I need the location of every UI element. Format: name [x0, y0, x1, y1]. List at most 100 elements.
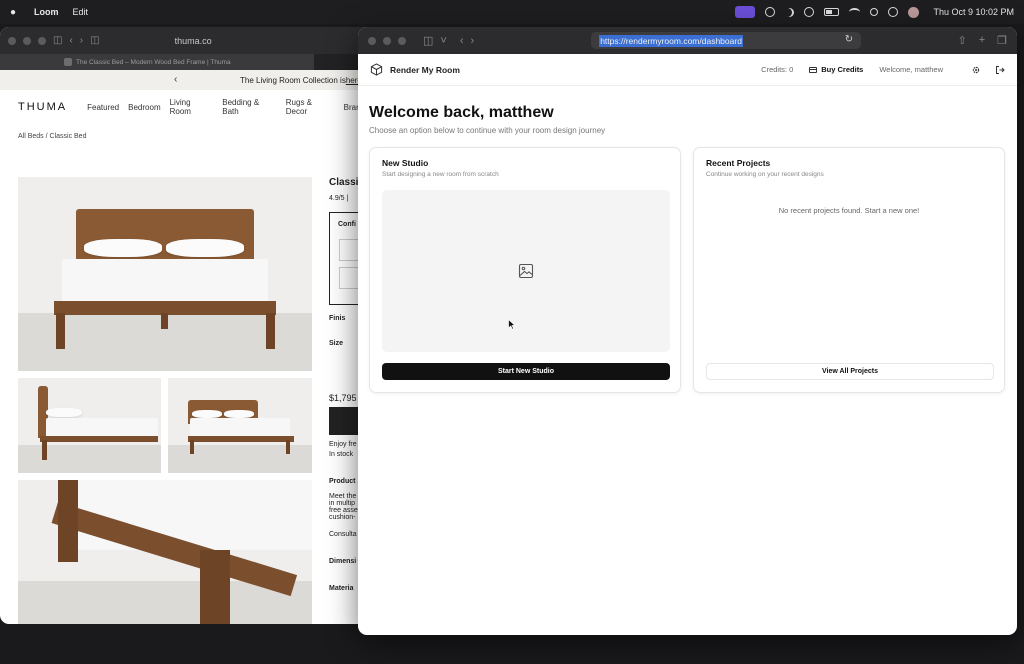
- bed-mattress: [190, 418, 290, 438]
- nav-living-room[interactable]: Living Room: [170, 98, 214, 116]
- bed-frame: [40, 436, 158, 442]
- reload-icon[interactable]: ↻: [845, 34, 853, 45]
- menu-clock[interactable]: Thu Oct 9 10:02 PM: [933, 7, 1014, 17]
- header-actions: Credits: 0 Buy Credits Welcome, matthew: [761, 61, 1005, 78]
- menu-edit[interactable]: Edit: [73, 7, 89, 17]
- thuma-logo[interactable]: THUMA: [18, 101, 67, 113]
- credits-count: Credits: 0: [761, 65, 794, 74]
- mouse-cursor-icon: [508, 319, 516, 330]
- chevron-down-icon[interactable]: ˅: [440, 35, 446, 47]
- status-area: Thu Oct 9 10:02 PM: [735, 6, 1014, 18]
- configure-label: Confi: [338, 221, 356, 228]
- bg-forward-icon[interactable]: ›: [80, 35, 83, 46]
- product-photo-detail[interactable]: [18, 480, 312, 624]
- credit-card-icon: [809, 66, 818, 73]
- bg-zoom-dot-icon[interactable]: [38, 36, 46, 45]
- recent-projects-subtitle: Continue working on your recent designs: [706, 171, 824, 178]
- apple-icon[interactable]: ●: [10, 7, 22, 18]
- bg-back-icon[interactable]: ‹: [69, 35, 72, 46]
- nav-rugs-decor[interactable]: Rugs & Decor: [286, 98, 335, 116]
- share-icon[interactable]: ⇧: [957, 34, 966, 47]
- sidebar-toggle-icon[interactable]: ◫: [423, 34, 433, 47]
- zoom-dot-icon[interactable]: [398, 36, 406, 45]
- nav-bedding-bath[interactable]: Bedding & Bath: [222, 98, 277, 116]
- product-photo-angle[interactable]: [168, 378, 312, 473]
- brand-cube-icon[interactable]: [370, 63, 383, 76]
- forward-icon[interactable]: ›: [471, 35, 475, 47]
- fg-browser-toolbar: ◫ ˅ ‹ › https://rendermyroom.com/dashboa…: [358, 27, 1017, 54]
- tab-favicon-icon: [64, 58, 72, 66]
- bed-leg: [200, 550, 230, 624]
- start-new-studio-button[interactable]: Start New Studio: [382, 363, 670, 380]
- bed-leg: [56, 313, 65, 349]
- nav-featured[interactable]: Featured: [87, 103, 119, 112]
- bg-shield-icon[interactable]: ◫: [90, 35, 99, 46]
- bed-pillow: [46, 408, 82, 417]
- promo-text: The Living Room Collection is: [240, 75, 346, 85]
- product-photo-main[interactable]: [18, 177, 312, 371]
- bed-leg: [190, 440, 194, 454]
- bg-tab-bar: The Classic Bed – Modern Wood Bed Frame …: [0, 54, 374, 70]
- bed-pillow: [224, 410, 254, 418]
- toolbar-right: ⇧ + ❐: [957, 34, 1007, 47]
- promo-prev-chevron-icon[interactable]: ‹: [174, 74, 177, 85]
- recent-projects-card: Recent Projects Continue working on your…: [693, 147, 1005, 393]
- page-subtitle: Choose an option below to continue with …: [369, 126, 606, 135]
- minimize-dot-icon[interactable]: [383, 36, 391, 45]
- back-icon[interactable]: ‹: [460, 35, 464, 47]
- bg-sidebar-icon[interactable]: ◫: [53, 35, 62, 46]
- bed-mattress: [46, 418, 158, 438]
- bed-pillow: [166, 239, 244, 257]
- bed-mattress: [62, 259, 268, 303]
- bed-pillow: [192, 410, 222, 418]
- address-url[interactable]: https://rendermyroom.com/dashboard: [599, 34, 743, 47]
- site-nav: THUMA Featured Bedroom Living Room Beddi…: [0, 90, 374, 124]
- breadcrumb[interactable]: All Beds / Classic Bed: [0, 133, 374, 140]
- dashboard-cards: New Studio Start designing a new room fr…: [369, 147, 1005, 393]
- menu-app-name[interactable]: Loom: [34, 7, 59, 17]
- product-photo-side[interactable]: [18, 378, 161, 473]
- nav-bedroom[interactable]: Bedroom: [128, 103, 160, 112]
- tab-overview-icon[interactable]: ❐: [997, 34, 1007, 47]
- bed-leg: [58, 480, 78, 562]
- control-center-icon[interactable]: [888, 7, 899, 17]
- bg-browser-toolbar: ◫ ‹ › ◫ thuma.co: [0, 27, 374, 54]
- new-tab-icon[interactable]: +: [979, 34, 985, 47]
- spotlight-search-icon[interactable]: [870, 8, 879, 16]
- focus-moon-icon[interactable]: [785, 8, 794, 17]
- close-dot-icon[interactable]: [368, 36, 376, 45]
- empty-projects-message: No recent projects found. Start a new on…: [778, 206, 920, 215]
- bed-leg: [42, 440, 47, 460]
- user-avatar-icon[interactable]: [908, 6, 920, 18]
- bg-minimize-dot-icon[interactable]: [23, 36, 31, 45]
- gear-icon[interactable]: [971, 65, 981, 75]
- logout-icon[interactable]: [995, 65, 1005, 75]
- address-bar[interactable]: https://rendermyroom.com/dashboard ↻: [591, 32, 862, 49]
- screen-record-icon[interactable]: [765, 7, 776, 17]
- view-all-projects-button[interactable]: View All Projects: [706, 363, 994, 380]
- background-browser-window[interactable]: ◫ ‹ › ◫ thuma.co The Classic Bed – Moder…: [0, 27, 374, 624]
- bg-close-dot-icon[interactable]: [8, 36, 16, 45]
- bed-leg: [266, 313, 275, 349]
- photo-floor: [18, 444, 161, 473]
- bed-leg: [286, 440, 290, 454]
- page-title: Welcome back, matthew: [369, 104, 554, 121]
- battery-icon[interactable]: [824, 8, 840, 16]
- bg-url-text[interactable]: thuma.co: [175, 36, 212, 46]
- brand-name[interactable]: Render My Room: [390, 65, 460, 75]
- bg-tab-title[interactable]: The Classic Bed – Modern Wood Bed Frame …: [76, 59, 231, 66]
- new-studio-title: New Studio: [382, 158, 429, 168]
- welcome-user: Welcome, matthew: [879, 65, 943, 74]
- new-studio-card: New Studio Start designing a new room fr…: [369, 147, 681, 393]
- play-icon[interactable]: [804, 7, 815, 17]
- image-placeholder-icon: [518, 263, 534, 279]
- recent-projects-title: Recent Projects: [706, 158, 771, 168]
- new-studio-preview[interactable]: [382, 190, 670, 352]
- bed-leg: [161, 313, 168, 329]
- bed-frame: [188, 436, 294, 442]
- foreground-browser-window[interactable]: ◫ ˅ ‹ › https://rendermyroom.com/dashboa…: [358, 27, 1017, 635]
- wifi-icon[interactable]: [849, 8, 861, 16]
- menu-bar: ● Loom Edit Thu Oct 9 10:02 PM: [0, 0, 1024, 24]
- buy-credits-button[interactable]: Buy Credits: [803, 61, 869, 78]
- loom-recording-icon[interactable]: [735, 6, 756, 18]
